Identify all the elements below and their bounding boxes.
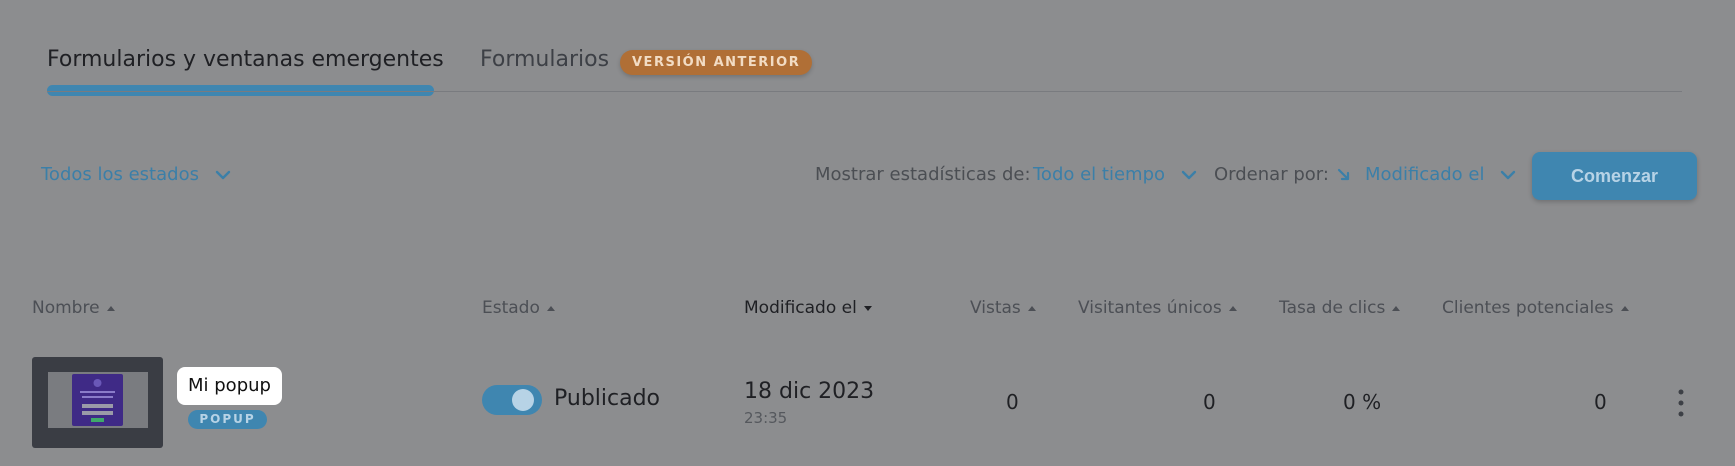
stats-period-value: Todo el tiempo [1033,164,1166,185]
click-rate-value: 0 % [1343,390,1382,414]
tabs-divider [47,91,1682,92]
column-header-label: Vistas [970,298,1021,318]
legacy-version-badge: VERSIÓN ANTERIOR [620,50,813,75]
stats-period-dropdown[interactable]: Todo el tiempo [1033,164,1197,185]
sort-up-icon [106,305,115,311]
thumbnail-popup-preview [72,374,123,426]
sort-field-dropdown[interactable]: Modificado el [1365,164,1516,185]
tab-legacy-forms[interactable]: Formularios [480,47,609,72]
chevron-down-icon [1181,170,1196,180]
modified-date: 18 dic 2023 [744,379,875,404]
status-text: Publicado [554,386,661,411]
column-header-label: Modificado el [744,298,857,318]
column-header-leads[interactable]: Clientes potenciales [1442,298,1629,318]
modified-time: 23:35 [744,409,788,427]
sort-label: Ordenar por: [1214,164,1329,185]
status-filter-dropdown[interactable]: Todos los estados [41,164,231,185]
sort-up-icon [546,305,555,311]
sort-up-icon [1027,305,1036,311]
chevron-down-icon [215,170,230,180]
column-header-label: Nombre [32,298,100,318]
column-header-status[interactable]: Estado [482,298,555,318]
column-header-label: Estado [482,298,540,318]
views-value: 0 [1006,390,1019,414]
status-filter-label: Todos los estados [41,164,199,185]
sort-up-icon [1392,305,1401,311]
sort-down-icon [863,305,872,311]
column-header-unique-visitors[interactable]: Visitantes únicos [1078,298,1237,318]
popup-type-badge: POPUP [188,410,267,429]
more-options-icon[interactable] [1678,389,1684,417]
sort-field-value: Modificado el [1365,164,1485,185]
column-header-label: Visitantes únicos [1078,298,1222,318]
column-header-modified[interactable]: Modificado el [744,298,872,318]
sort-up-icon [1228,305,1237,311]
sort-up-icon [1620,305,1629,311]
column-header-name[interactable]: Nombre [32,298,115,318]
unique-visitors-value: 0 [1203,390,1216,414]
column-header-click-rate[interactable]: Tasa de clics [1279,298,1401,318]
leads-value: 0 [1594,390,1607,414]
toggle-knob [512,389,534,411]
column-header-label: Tasa de clics [1279,298,1386,318]
popup-name-link[interactable]: Mi popup [177,367,282,405]
sort-descending-icon[interactable] [1336,167,1352,183]
chevron-down-icon [1501,170,1516,180]
start-button[interactable]: Comenzar [1532,152,1697,200]
tab-forms-and-popups[interactable]: Formularios y ventanas emergentes [47,47,444,72]
column-header-views[interactable]: Vistas [970,298,1036,318]
stats-period-label: Mostrar estadísticas de: [815,164,1031,185]
column-header-label: Clientes potenciales [1442,298,1614,318]
